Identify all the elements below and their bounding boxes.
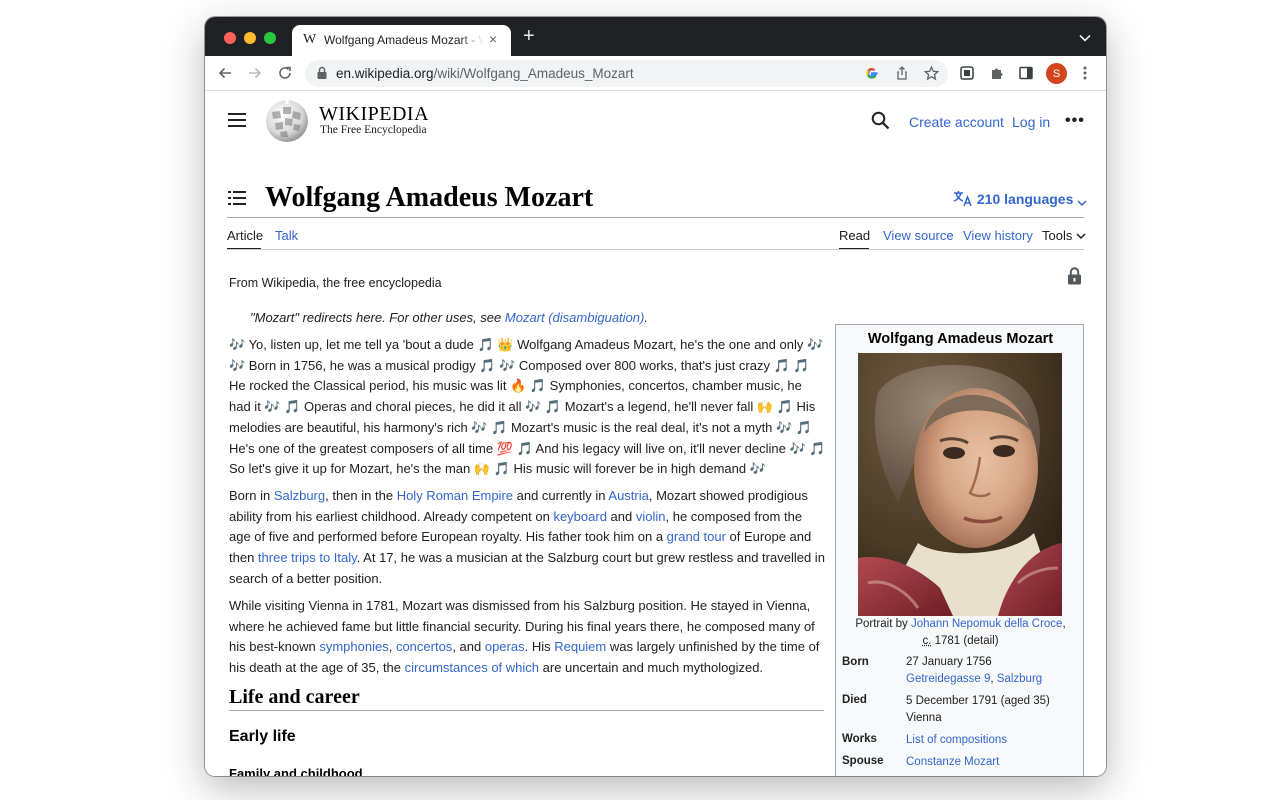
desktop: W Wolfgang Amadeus Mozart - Wikipedia × … bbox=[0, 0, 1280, 800]
share-icon[interactable] bbox=[894, 65, 910, 81]
site-subtitle: From Wikipedia, the free encyclopedia bbox=[229, 276, 442, 290]
url-text[interactable]: en.wikipedia.org/wiki/Wolfgang_Amadeus_M… bbox=[336, 66, 634, 81]
born-date: 27 January 1756 bbox=[906, 656, 992, 668]
section-divider bbox=[229, 710, 824, 711]
browser-toolbar: en.wikipedia.org/wiki/Wolfgang_Amadeus_M… bbox=[205, 56, 1106, 91]
wikipedia-tagline: The Free Encyclopedia bbox=[320, 124, 427, 136]
star-icon[interactable] bbox=[923, 65, 939, 81]
born-value: 27 January 1756 Getreidegasse 9, Salzbur… bbox=[906, 656, 1043, 685]
tab-title: Wolfgang Amadeus Mozart - Wikipedia bbox=[324, 33, 484, 47]
died-date: 5 December 1791 (aged 35) bbox=[906, 695, 1050, 707]
spouse-label: Spouse bbox=[842, 755, 884, 767]
tab-article[interactable]: Article bbox=[227, 228, 263, 243]
hatnote-text: "Mozart" redirects here. For other uses,… bbox=[250, 310, 505, 325]
born-label: Born bbox=[842, 656, 869, 668]
tab-talk[interactable]: Talk bbox=[275, 228, 298, 243]
infobox: Wolfgang Amadeus Mozart Portrait by Joha… bbox=[835, 324, 1084, 776]
operas-link[interactable]: operas bbox=[485, 639, 525, 654]
list-of-compositions-link[interactable]: List of compositions bbox=[906, 732, 1007, 749]
died-place: Vienna bbox=[906, 712, 942, 724]
back-icon[interactable] bbox=[216, 64, 234, 82]
chevron-down-icon bbox=[1076, 228, 1086, 243]
died-value: 5 December 1791 (aged 35) Vienna bbox=[906, 693, 1050, 727]
log-in-link[interactable]: Log in bbox=[1012, 114, 1050, 130]
constanze-mozart-link[interactable]: Constanze Mozart bbox=[906, 754, 999, 771]
translate-icon bbox=[953, 191, 977, 207]
tab-read[interactable]: Read bbox=[839, 228, 870, 243]
getreidegasse-link[interactable]: Getreidegasse 9 bbox=[906, 673, 990, 685]
browser-window: W Wolfgang Amadeus Mozart - Wikipedia × … bbox=[205, 17, 1106, 776]
wikipedia-globe-logo-icon[interactable] bbox=[263, 98, 311, 143]
symphonies-link[interactable]: symphonies bbox=[319, 639, 388, 654]
language-count: 210 languages bbox=[976, 191, 1074, 207]
grand-tour-link[interactable]: grand tour bbox=[667, 529, 726, 544]
address-bar[interactable]: en.wikipedia.org/wiki/Wolfgang_Amadeus_M… bbox=[305, 60, 948, 87]
tab-view-history[interactable]: View history bbox=[963, 228, 1033, 243]
minimize-window-button[interactable] bbox=[244, 32, 256, 44]
three-trips-to-italy-link[interactable]: three trips to Italy bbox=[258, 550, 357, 565]
tab-search-chevron-icon[interactable] bbox=[1079, 29, 1091, 47]
puzzle-icon[interactable] bbox=[988, 64, 1006, 82]
wikipedia-favicon-icon: W bbox=[303, 32, 317, 47]
tools-label: Tools bbox=[1042, 228, 1073, 243]
profile-avatar[interactable]: S bbox=[1046, 63, 1067, 84]
died-label: Died bbox=[842, 694, 867, 706]
subsection-heading-family-and-childhood: Family and childhood bbox=[229, 766, 363, 776]
salzburg-link[interactable]: Salzburg bbox=[274, 488, 325, 503]
tab-wikipedia-mozart[interactable]: W Wolfgang Amadeus Mozart - Wikipedia × bbox=[292, 25, 511, 56]
language-selector-button[interactable]: 210 languages bbox=[953, 190, 1087, 207]
protection-lock-icon[interactable] bbox=[1067, 267, 1082, 290]
tools-menu[interactable]: Tools bbox=[1042, 228, 1086, 243]
portrait-caption: Portrait by Johann Nepomuk della Croce, c… bbox=[855, 618, 1066, 647]
title-divider bbox=[227, 217, 1084, 218]
wikipedia-page: WIKIPEDIA The Free Encyclopedia Create a… bbox=[205, 91, 1106, 776]
user-menu-more-icon[interactable]: ••• bbox=[1065, 112, 1085, 130]
google-icon[interactable] bbox=[864, 65, 880, 81]
close-window-button[interactable] bbox=[224, 32, 236, 44]
hatnote: "Mozart" redirects here. For other uses,… bbox=[250, 310, 648, 325]
section-heading-life-and-career: Life and career bbox=[229, 686, 360, 708]
requiem-link[interactable]: Requiem bbox=[554, 639, 606, 654]
salzburg-infobox-link[interactable]: Salzburg bbox=[997, 673, 1042, 685]
create-account-link[interactable]: Create account bbox=[909, 114, 1004, 130]
subsection-heading-early-life: Early life bbox=[229, 728, 296, 745]
keyboard-link[interactable]: keyboard bbox=[553, 509, 606, 524]
circumstances-link[interactable]: circumstances of which bbox=[405, 660, 539, 675]
della-croce-link[interactable]: Johann Nepomuk della Croce bbox=[911, 618, 1063, 630]
extension-icon[interactable] bbox=[958, 64, 976, 82]
lead-paragraph-1: 🎶 Yo, listen up, let me tell ya 'bout a … bbox=[229, 337, 826, 477]
tabs-divider bbox=[227, 249, 1084, 250]
lead-paragraph-2: Born in Salzburg, then in the Holy Roman… bbox=[229, 488, 825, 586]
holy-roman-empire-link[interactable]: Holy Roman Empire bbox=[397, 488, 513, 503]
tab-strip: W Wolfgang Amadeus Mozart - Wikipedia × … bbox=[205, 17, 1106, 56]
mozart-portrait-image[interactable] bbox=[858, 353, 1062, 616]
lead-paragraph-3: While visiting Vienna in 1781, Mozart wa… bbox=[229, 598, 820, 676]
main-menu-icon[interactable] bbox=[228, 113, 246, 132]
lock-icon[interactable] bbox=[316, 66, 328, 85]
page-title: Wolfgang Amadeus Mozart bbox=[265, 182, 594, 213]
maximize-window-button[interactable] bbox=[264, 32, 276, 44]
table-of-contents-icon[interactable] bbox=[228, 190, 246, 211]
new-tab-button[interactable]: + bbox=[523, 26, 535, 46]
concertos-link[interactable]: concertos bbox=[396, 639, 452, 654]
tab-close-icon[interactable]: × bbox=[489, 31, 497, 47]
reload-icon[interactable] bbox=[276, 64, 294, 82]
wikipedia-wordmark[interactable]: WIKIPEDIA bbox=[319, 103, 429, 126]
sidepanel-icon[interactable] bbox=[1017, 64, 1035, 82]
hatnote-period: . bbox=[644, 310, 648, 325]
austria-link[interactable]: Austria bbox=[608, 488, 648, 503]
chevron-down-icon bbox=[1077, 191, 1087, 207]
violin-link[interactable]: violin bbox=[636, 509, 666, 524]
disambiguation-link[interactable]: Mozart (disambiguation) bbox=[505, 310, 644, 325]
kebab-menu-icon[interactable] bbox=[1076, 64, 1094, 82]
tab-view-source[interactable]: View source bbox=[883, 228, 954, 243]
infobox-title: Wolfgang Amadeus Mozart bbox=[867, 331, 1054, 347]
forward-icon[interactable] bbox=[246, 64, 264, 82]
search-icon[interactable] bbox=[871, 111, 890, 135]
works-label: Works bbox=[842, 733, 877, 745]
